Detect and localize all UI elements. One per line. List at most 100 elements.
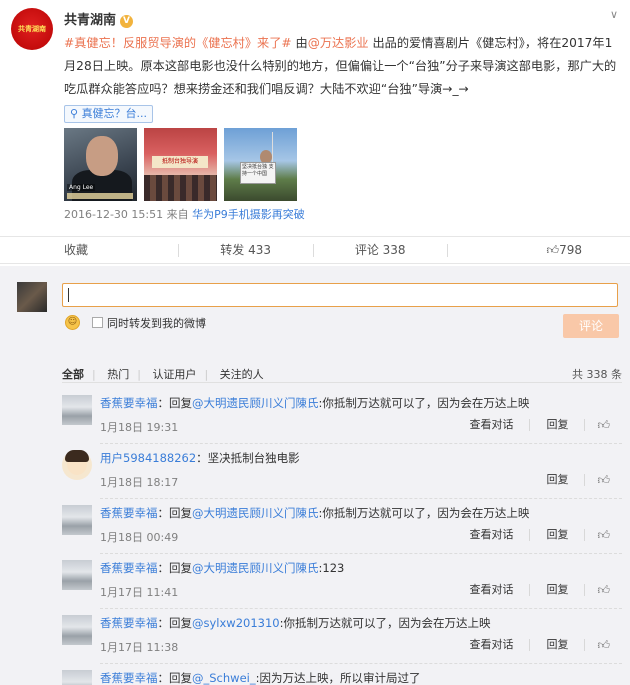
tab-following[interactable]: 关注的人 [220, 368, 264, 381]
reply-mention[interactable]: @sylxw201310 [192, 616, 280, 630]
like-button[interactable]: 👍︎798 [447, 237, 630, 263]
author-name-text[interactable]: 共青湖南 [64, 13, 116, 28]
avatar-text: 共青湖南 [18, 25, 46, 33]
reply-link[interactable]: 回复 [530, 474, 584, 486]
view-conversation-link[interactable]: 查看对话 [453, 639, 529, 651]
comment-text: 香蕉要幸福：回复@大明遗民顾川义门陳氏:123 [100, 560, 344, 576]
thumbs-up-icon: 👍︎ [546, 243, 560, 257]
comment-actions: 查看对话 回复 👍︎ [453, 639, 610, 651]
topic-chip[interactable]: ⚲ 真健忘？台... [64, 105, 154, 123]
image-thumbnail-2[interactable]: 抵制台独导演 [144, 128, 217, 201]
comment-count: 共 338 条 [572, 368, 622, 381]
comment-body: :因为万达上映，所以审计局过了 [255, 671, 421, 685]
comment-text: 香蕉要幸福：回复@大明遗民顾川义门陳氏:你抵制万达就可以了，因为会在万达上映 [100, 395, 529, 411]
submit-comment-button[interactable]: 评论 [563, 314, 619, 338]
comment-input[interactable] [62, 283, 618, 307]
comment-item: 用户5984188262：坚决抵制台独电影 1月18日 18:17 回复 👍︎ [62, 444, 622, 499]
reply-link[interactable]: 回复 [529, 529, 584, 541]
reply-mention[interactable]: @大明遗民顾川义门陳氏 [192, 396, 319, 410]
post-source[interactable]: 华为P9手机摄影再突破 [192, 208, 305, 221]
post-time[interactable]: 2016-12-30 15:51 [64, 208, 163, 221]
reply-prefix: ：回复 [157, 506, 193, 520]
commenter-avatar[interactable] [62, 670, 92, 685]
view-conversation-link[interactable]: 查看对话 [453, 584, 529, 596]
comment-time: 1月17日 11:38 [100, 641, 179, 654]
commenter-name[interactable]: 香蕉要幸福 [100, 616, 158, 630]
reply-prefix: ：回复 [157, 671, 193, 685]
thumbs-up-icon[interactable]: 👍︎ [584, 529, 610, 541]
reply-link[interactable]: 回复 [529, 419, 584, 431]
comment-body: :你抵制万达就可以了，因为会在万达上映 [318, 506, 530, 520]
reply-prefix: ：回复 [157, 396, 193, 410]
from-label: 来自 [166, 208, 189, 221]
tab-all[interactable]: 全部 [62, 368, 84, 381]
view-conversation-link[interactable]: 查看对话 [453, 419, 529, 431]
tab-verified[interactable]: 认证用户 [152, 368, 196, 381]
commenter-name[interactable]: 香蕉要幸福 [100, 561, 158, 575]
comment-time: 1月18日 19:31 [100, 421, 179, 434]
repost-checkbox-label[interactable]: 同时转发到我的微博 [107, 315, 206, 331]
weibo-post: 共青湖南 共青湖南 V ∨ #真健忘！反服贸导演的《健忘村》来了# 由@万达影业 … [0, 0, 630, 264]
comment-item: 香蕉要幸福：回复@大明遗民顾川义门陳氏:你抵制万达就可以了，因为会在万达上映 1… [62, 499, 622, 554]
thumbs-up-icon[interactable]: 👍︎ [584, 474, 610, 486]
thumb1-caption: Ang Lee [67, 184, 96, 191]
comment-item: 香蕉要幸福：回复@sylxw201310:你抵制万达就可以了，因为会在万达上映 … [62, 609, 622, 664]
repost-checkbox[interactable] [92, 317, 103, 328]
reply-prefix: ：回复 [157, 616, 193, 630]
comment-time: 1月18日 18:17 [100, 476, 179, 489]
like-count: 798 [559, 243, 582, 257]
post-content: #真健忘！反服贸导演的《健忘村》来了# 由@万达影业 出品的爱情喜剧片《健忘村》… [64, 32, 622, 125]
comment-actions: 查看对话 回复 👍︎ [453, 529, 610, 541]
repost-button[interactable]: 转发 433 [178, 237, 313, 263]
comment-actions: 查看对话 回复 👍︎ [453, 584, 610, 596]
thumb3-sign: 坚决抵台独 支持一个中国 [240, 162, 276, 184]
tab-hot[interactable]: 热门 [107, 368, 129, 381]
favorite-button[interactable]: 收藏 [0, 237, 178, 263]
current-user-avatar[interactable] [17, 282, 47, 312]
comment-time: 1月18日 00:49 [100, 531, 179, 544]
commenter-avatar[interactable] [62, 450, 92, 480]
reply-link[interactable]: 回复 [529, 639, 584, 651]
topic-chip-label: 真健忘？台... [81, 107, 148, 120]
image-thumbnail-3[interactable]: 坚决抵台独 支持一个中国 [224, 128, 297, 201]
reply-mention[interactable]: @_Schwei_ [192, 671, 256, 685]
chevron-down-icon[interactable]: ∨ [610, 8, 618, 21]
comment-text: 用户5984188262：坚决抵制台独电影 [100, 450, 300, 466]
image-thumbnail-1[interactable]: Ang Lee [64, 128, 137, 201]
author-avatar[interactable]: 共青湖南 [11, 8, 53, 50]
topic-link[interactable]: #真健忘！反服贸导演的《健忘村》来了# [64, 36, 292, 50]
comment-button[interactable]: 评论 338 [312, 237, 448, 263]
comment-body: ：坚决抵制台独电影 [196, 451, 300, 465]
thumbs-up-icon[interactable]: 👍︎ [584, 639, 610, 651]
comment-item: 香蕉要幸福：回复@大明遗民顾川义门陳氏:123 1月17日 11:41 查看对话… [62, 554, 622, 609]
comment-body: :你抵制万达就可以了，因为会在万达上映 [279, 616, 491, 630]
commenter-avatar[interactable] [62, 505, 92, 535]
reply-mention[interactable]: @大明遗民顾川义门陳氏 [192, 506, 319, 520]
author-name[interactable]: 共青湖南 V [64, 9, 134, 28]
view-conversation-link[interactable]: 查看对话 [453, 529, 529, 541]
mention-link[interactable]: @万达影业 [308, 36, 369, 50]
comment-actions: 回复 👍︎ [530, 474, 610, 486]
post-text-1: 由 [291, 36, 308, 50]
smiley-icon[interactable]: ☺ [65, 315, 80, 330]
post-actions: 收藏 转发 433 评论 338 👍︎798 [0, 236, 630, 264]
link-icon: ⚲ [70, 107, 82, 120]
verified-icon: V [120, 15, 134, 28]
commenter-name[interactable]: 香蕉要幸福 [100, 396, 158, 410]
comment-section: ☺ 同时转发到我的微博 评论 全部 | 热门 | 认证用户 | 关注的人 共 338 … [0, 266, 630, 685]
commenter-name[interactable]: 用户5984188262 [100, 451, 196, 465]
thumb2-banner: 抵制台独导演 [152, 156, 208, 168]
reply-link[interactable]: 回复 [529, 584, 584, 596]
comment-text: 香蕉要幸福：回复@sylxw201310:你抵制万达就可以了，因为会在万达上映 [100, 615, 490, 631]
commenter-name[interactable]: 香蕉要幸福 [100, 506, 158, 520]
thumbs-up-icon[interactable]: 👍︎ [584, 419, 610, 431]
commenter-name[interactable]: 香蕉要幸福 [100, 671, 158, 685]
comment-time: 1月17日 11:41 [100, 586, 179, 599]
thumbs-up-icon[interactable]: 👍︎ [584, 584, 610, 596]
reply-mention[interactable]: @大明遗民顾川义门陳氏 [192, 561, 319, 575]
comment-body: :123 [318, 561, 345, 575]
commenter-avatar[interactable] [62, 560, 92, 590]
commenter-avatar[interactable] [62, 615, 92, 645]
commenter-avatar[interactable] [62, 395, 92, 425]
comment-body: :你抵制万达就可以了，因为会在万达上映 [318, 396, 530, 410]
